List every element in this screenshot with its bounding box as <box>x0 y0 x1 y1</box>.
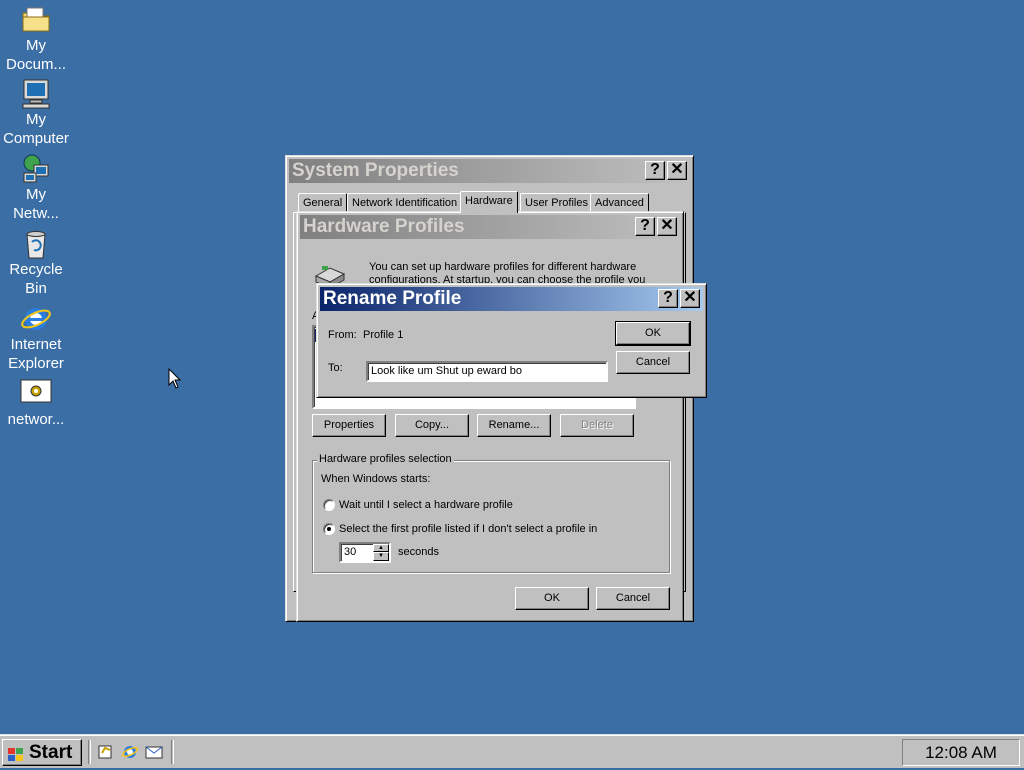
windows-logo-icon <box>7 745 25 761</box>
group-title: Hardware profiles selection <box>317 453 454 465</box>
from-value: Profile 1 <box>363 329 404 341</box>
help-button[interactable]: ? <box>635 217 655 236</box>
system-clock[interactable]: 12:08 AM <box>902 739 1020 766</box>
help-button[interactable]: ? <box>645 161 665 180</box>
first-profile-radio-label[interactable]: Select the first profile listed if I don… <box>339 523 597 535</box>
dialog-title: Hardware Profiles <box>303 216 465 237</box>
desktop-icon-label: Recycle <box>9 261 63 278</box>
folder-icon <box>20 4 52 36</box>
seconds-label: seconds <box>398 546 439 558</box>
outlook-express-icon[interactable] <box>145 743 163 761</box>
dialog-title: Rename Profile <box>323 288 462 309</box>
desktop-icon-my-computer[interactable]: My Computer <box>0 78 72 148</box>
rename-ok-button[interactable]: OK <box>615 321 691 346</box>
taskbar-separator <box>88 740 91 764</box>
tab-user-profiles[interactable]: User Profiles <box>520 193 593 213</box>
description-line-1: You can set up hardware profiles for dif… <box>369 261 637 273</box>
desktop-icon-recycle-bin[interactable]: Recycle Bin <box>0 228 72 298</box>
desktop-icon-label: networ... <box>7 411 65 428</box>
internet-explorer-icon[interactable] <box>121 743 139 761</box>
close-button[interactable]: ✕ <box>657 217 677 236</box>
rename-button[interactable]: Rename... <box>477 414 551 437</box>
mouse-cursor-icon <box>168 368 182 389</box>
show-desktop-icon[interactable] <box>97 743 115 761</box>
delete-button[interactable]: Delete <box>560 414 634 437</box>
desktop-icon-label: My <box>26 186 46 203</box>
desktop-icon-label: Internet <box>10 336 62 353</box>
wait-radio[interactable] <box>323 499 335 511</box>
tab-hardware[interactable]: Hardware <box>460 191 518 213</box>
taskbar-separator <box>171 740 174 764</box>
hardware-profiles-titlebar[interactable]: Hardware Profiles ? ✕ <box>300 215 680 239</box>
wait-radio-label[interactable]: Wait until I select a hardware profile <box>339 499 513 511</box>
start-button[interactable]: Start <box>2 739 82 766</box>
window-title: System Properties <box>292 160 459 181</box>
desktop-icon-internet-explorer[interactable]: Internet Explorer <box>0 303 72 373</box>
desktop-icon-label: Docum... <box>5 56 66 73</box>
rename-cancel-button[interactable]: Cancel <box>616 351 690 374</box>
computer-icon <box>20 78 52 110</box>
cancel-button[interactable]: Cancel <box>596 587 670 610</box>
desktop-icon-network-shortcut[interactable]: networ... <box>0 378 72 429</box>
new-profile-name-input[interactable]: Look like um Shut up eward bo <box>366 361 608 382</box>
to-label: To: <box>328 362 343 374</box>
ok-button[interactable]: OK <box>515 587 589 610</box>
properties-button[interactable]: Properties <box>312 414 386 437</box>
new-profile-name-value: Look like um Shut up eward bo <box>371 365 523 377</box>
desktop-icon-label: My <box>26 111 46 128</box>
spin-down-button[interactable]: ▼ <box>373 552 389 561</box>
from-label: From: <box>328 329 357 341</box>
hardware-profiles-dialog: Hardware Profiles ? ✕ You can set up har… <box>296 211 684 622</box>
internet-explorer-icon <box>20 303 52 335</box>
seconds-value: 30 <box>344 546 357 558</box>
seconds-input[interactable]: 30 ▲ ▼ <box>339 542 391 563</box>
taskbar: Start 12:08 AM <box>0 734 1024 768</box>
help-button[interactable]: ? <box>658 289 678 308</box>
close-button[interactable]: ✕ <box>667 161 687 180</box>
desktop-icon-my-network-places[interactable]: My Netw... <box>0 153 72 223</box>
desktop-icon-label: Explorer <box>8 355 64 372</box>
network-places-icon <box>20 153 52 185</box>
close-button[interactable]: ✕ <box>680 289 700 308</box>
tab-advanced[interactable]: Advanced <box>590 193 649 213</box>
copy-button[interactable]: Copy... <box>395 414 469 437</box>
system-properties-titlebar[interactable]: System Properties ? ✕ <box>289 159 690 183</box>
when-windows-starts-label: When Windows starts: <box>321 473 431 485</box>
rename-profile-dialog: Rename Profile ? ✕ From: Profile 1 To: L… <box>316 283 707 398</box>
first-profile-radio[interactable] <box>323 523 335 535</box>
desktop-icon-label: Netw... <box>13 205 59 222</box>
desktop-icon-label: Computer <box>3 130 69 147</box>
control-panel-icon <box>20 378 52 410</box>
recycle-bin-icon <box>20 228 52 260</box>
tab-general[interactable]: General <box>298 193 348 213</box>
desktop-icon-label: Bin <box>25 280 47 297</box>
desktop-icon-label: My <box>26 37 46 54</box>
rename-profile-titlebar[interactable]: Rename Profile ? ✕ <box>320 287 703 311</box>
tab-network-identification[interactable]: Network Identification <box>347 193 463 213</box>
spin-up-button[interactable]: ▲ <box>373 544 389 552</box>
start-label: Start <box>29 742 73 763</box>
desktop-icon-my-documents[interactable]: My Docum... <box>0 4 72 74</box>
